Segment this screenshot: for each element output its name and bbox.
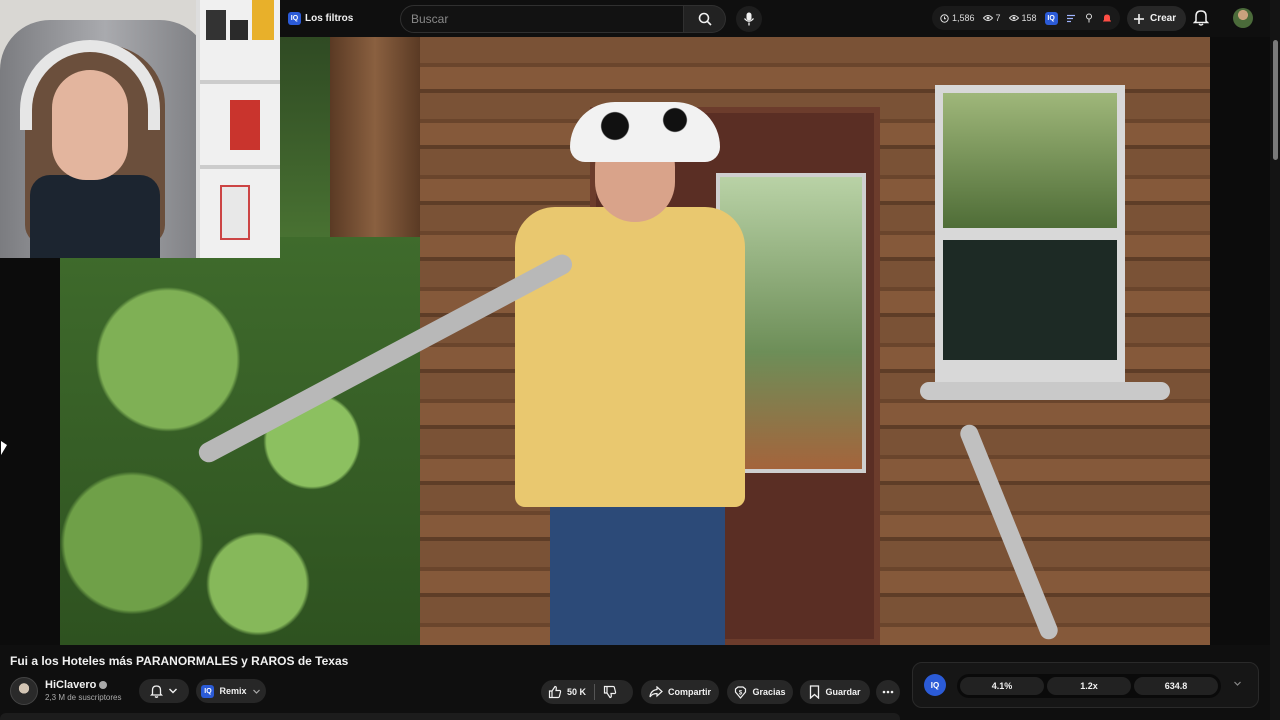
- stat-views-a-value: 7: [995, 13, 1001, 23]
- more-horizontal-icon: [882, 690, 894, 694]
- share-button[interactable]: Compartir: [641, 680, 719, 704]
- verified-icon: [99, 681, 108, 689]
- microphone-icon: [743, 12, 755, 26]
- search-box[interactable]: [400, 5, 684, 33]
- eye-icon: [1008, 15, 1019, 21]
- dislike-button[interactable]: [603, 685, 617, 699]
- webcam-overlay: [0, 0, 280, 258]
- remix-label: Remix: [219, 686, 247, 696]
- extension-stats[interactable]: 1,586 7 158 IQ: [932, 6, 1120, 30]
- filters-button[interactable]: IQ Los filtros: [284, 7, 357, 31]
- lines-icon[interactable]: [1066, 14, 1076, 23]
- bell-icon: [1192, 10, 1210, 26]
- filters-label: Los filtros: [305, 13, 354, 24]
- iq-logo-icon: IQ: [288, 12, 301, 25]
- plus-icon: [1134, 13, 1144, 24]
- thumbs-up-icon: [548, 685, 562, 699]
- chevron-down-icon: [169, 688, 177, 694]
- stat-time: 1,586: [940, 13, 975, 23]
- subscription-bell-button[interactable]: [139, 679, 189, 703]
- eye-icon: [982, 15, 993, 21]
- like-button[interactable]: 50 K: [548, 685, 586, 699]
- channel-avatar[interactable]: [10, 677, 38, 705]
- iq-metrics-group: 4.1% 1.2x 634.8: [957, 674, 1221, 698]
- user-avatar[interactable]: [1233, 8, 1253, 28]
- iq-extension-icon[interactable]: IQ: [1044, 11, 1058, 25]
- thanks-label: Gracias: [752, 687, 786, 697]
- thumbs-down-icon: [603, 685, 617, 699]
- scrollbar-thumb[interactable]: [1273, 40, 1278, 160]
- iq-metric-multiplier[interactable]: 1.2x: [1047, 677, 1131, 695]
- iq-metrics-panel: IQ 4.1% 1.2x 634.8: [912, 662, 1259, 708]
- stat-views-b-value: 158: [1021, 13, 1037, 23]
- bookmark-icon: [810, 685, 820, 699]
- app-root: IQ Los filtros 1,586 7 158 IQ: [0, 0, 1280, 720]
- like-count: 50 K: [567, 687, 587, 697]
- chevron-down-icon[interactable]: [1233, 680, 1242, 687]
- video-title: Fui a los Hoteles más PARANORMALES y RAR…: [10, 654, 349, 668]
- save-button[interactable]: Guardar: [800, 680, 870, 704]
- iq-logo-icon: IQ: [201, 684, 215, 698]
- mouse-cursor: [1, 441, 7, 455]
- remix-button[interactable]: IQ Remix: [196, 679, 266, 703]
- masthead: IQ Los filtros 1,586 7 158 IQ: [280, 0, 1270, 37]
- subscriber-count: 2,3 M de suscriptores: [45, 693, 122, 702]
- share-label: Compartir: [667, 687, 711, 697]
- create-label: Crear: [1150, 13, 1177, 24]
- pin-icon[interactable]: [1084, 13, 1094, 23]
- stat-views-a: 7: [982, 13, 1001, 23]
- voice-search-button[interactable]: [736, 6, 762, 32]
- share-icon: [649, 686, 663, 698]
- search-button[interactable]: [684, 5, 726, 33]
- chevron-down-icon: [252, 689, 260, 694]
- clock-icon: [940, 13, 949, 23]
- description-box-edge[interactable]: [0, 713, 900, 720]
- like-dislike-group: 50 K: [541, 680, 633, 704]
- thanks-icon: $: [735, 685, 747, 699]
- channel-name-link[interactable]: HiClavero: [45, 679, 108, 691]
- video-scene-railing: [920, 382, 1170, 400]
- video-scene-window: [935, 85, 1125, 385]
- save-label: Guardar: [825, 687, 861, 697]
- like-divider: [594, 684, 596, 700]
- page-scrollbar[interactable]: [1270, 0, 1280, 720]
- notifications-button[interactable]: [1192, 8, 1210, 31]
- thanks-button[interactable]: $ Gracias: [727, 680, 793, 704]
- more-actions-button[interactable]: [876, 680, 900, 704]
- iq-metric-engagement[interactable]: 4.1%: [960, 677, 1044, 695]
- search-input[interactable]: [411, 12, 683, 26]
- stat-time-value: 1,586: [952, 13, 975, 23]
- channel-name: HiClavero: [45, 679, 97, 691]
- stat-views-b: 158: [1008, 13, 1037, 23]
- webcam-shelf: [196, 0, 280, 258]
- iq-panel-logo-icon[interactable]: IQ: [924, 674, 946, 696]
- create-button[interactable]: Crear: [1127, 6, 1187, 31]
- bell-icon: [150, 685, 163, 698]
- alert-bell-icon[interactable]: [1102, 13, 1112, 23]
- video-player[interactable]: [0, 0, 1270, 645]
- iq-metric-score[interactable]: 634.8: [1134, 677, 1218, 695]
- search-icon: [698, 12, 712, 26]
